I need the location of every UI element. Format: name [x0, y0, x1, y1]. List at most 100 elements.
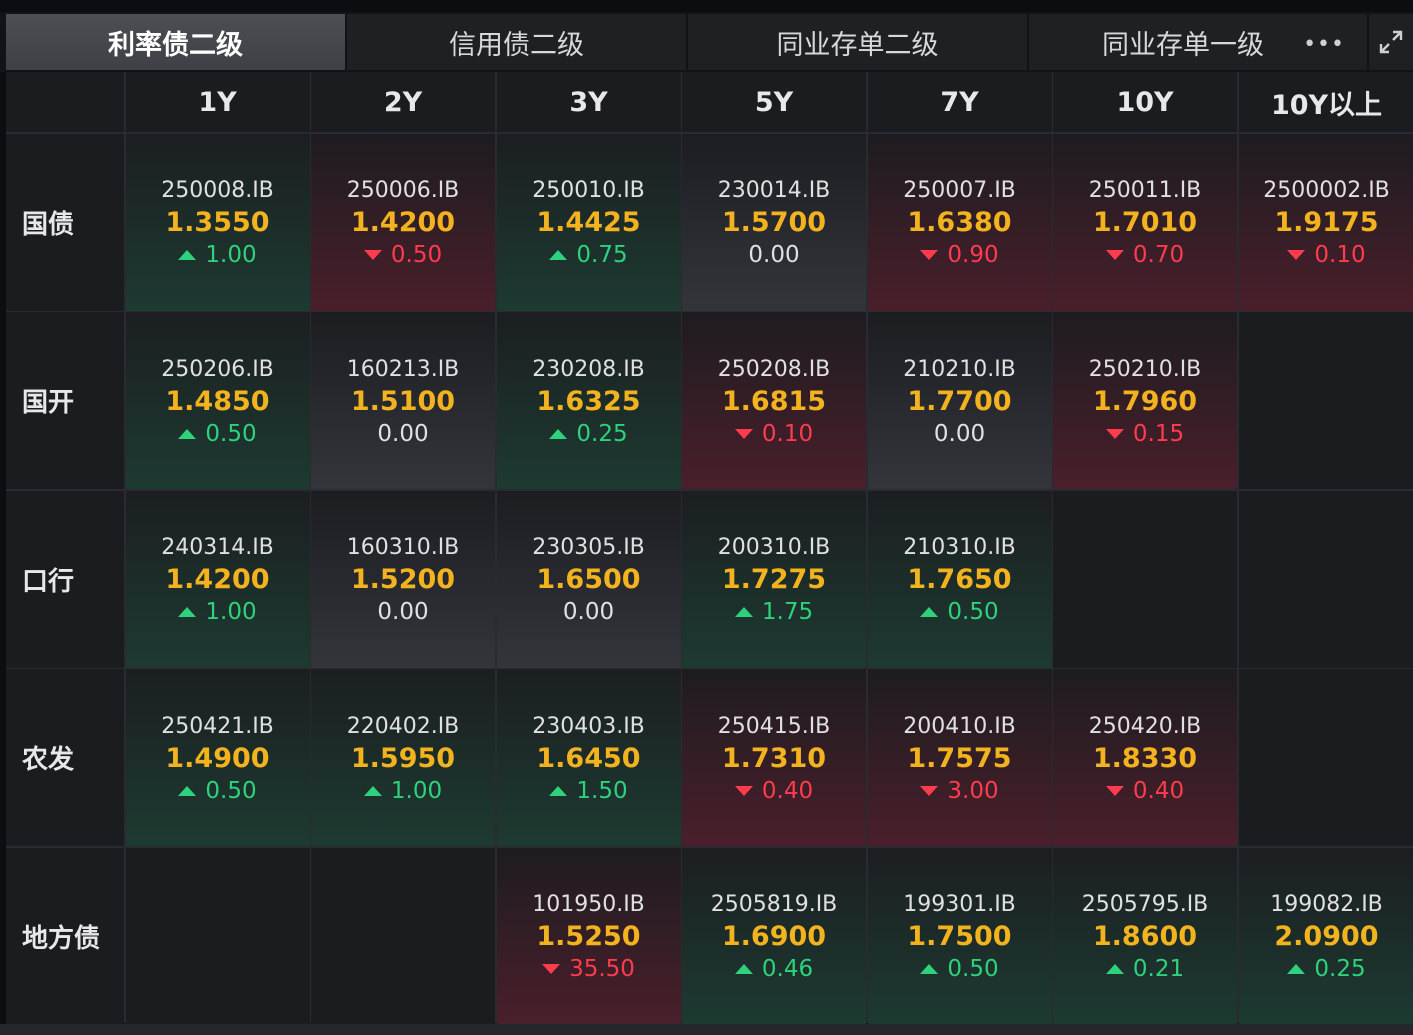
rate-change: 0.50	[363, 240, 442, 270]
quote-cell[interactable]: 250206.IB 1.4850 0.50	[125, 312, 310, 489]
bond-code: 2505795.IB	[1081, 892, 1209, 917]
quote-cell[interactable]: 250006.IB 1.4200 0.50	[311, 133, 495, 311]
column-header-7y[interactable]: 7Y	[867, 72, 1052, 132]
corner-cell	[6, 72, 124, 132]
tab-label: 同业存单一级	[1102, 29, 1264, 61]
empty-cell	[1238, 490, 1413, 668]
quote-cell[interactable]: 200410.IB 1.7575 3.00	[867, 669, 1052, 846]
rate-change: 0.21	[1105, 954, 1184, 984]
yield-rate: 1.8600	[1092, 921, 1198, 952]
yield-rate: 1.4425	[536, 207, 641, 238]
quote-cell[interactable]: 250011.IB 1.7010 0.70	[1053, 133, 1237, 311]
quote-cell[interactable]: 220402.IB 1.5950 1.00	[311, 669, 495, 846]
empty-cell	[1238, 312, 1413, 489]
quote-cell[interactable]: 200310.IB 1.7275 1.75	[682, 490, 866, 668]
triangle-down-icon	[920, 250, 939, 260]
column-header-10y[interactable]: 10Y	[1053, 72, 1237, 132]
change-value: 1.50	[576, 777, 628, 804]
change-value: 0.00	[377, 599, 429, 625]
quote-cell[interactable]: 230403.IB 1.6450 1.50	[496, 669, 681, 846]
change-value: 0.75	[576, 242, 628, 268]
triangle-up-icon	[734, 964, 753, 974]
change-value: 0.10	[761, 420, 814, 447]
expand-button[interactable]	[1369, 14, 1413, 70]
rate-change: 3.00	[920, 776, 999, 806]
change-value: 0.50	[205, 420, 257, 447]
triangle-down-icon	[734, 785, 753, 796]
empty-cell	[311, 847, 495, 1025]
change-value: 0.90	[947, 242, 999, 268]
row-header[interactable]: 口行	[6, 490, 124, 668]
rate-change: 0.00	[377, 419, 428, 449]
rate-change: 35.50	[542, 954, 635, 984]
bond-code: 200310.IB	[717, 535, 831, 560]
row-header[interactable]: 地方债	[6, 847, 124, 1025]
change-value: 0.40	[1132, 777, 1185, 804]
bond-code: 200410.IB	[903, 713, 1016, 739]
column-header-10y以上[interactable]: 10Y以上	[1238, 72, 1413, 132]
change-value: 0.40	[761, 777, 814, 804]
bond-code: 230305.IB	[532, 535, 645, 560]
empty-cell	[125, 847, 310, 1025]
quote-cell[interactable]: 250421.IB 1.4900 0.50	[125, 669, 310, 846]
triangle-down-icon	[920, 785, 939, 796]
bond-code: 160213.IB	[346, 356, 460, 382]
change-value: 0.00	[748, 242, 800, 268]
yield-rate: 1.6450	[536, 742, 641, 774]
tab-credit-bond-secondary[interactable]: 信用债二级	[347, 14, 686, 70]
quote-cell[interactable]: 250420.IB 1.8330 0.40	[1053, 669, 1237, 846]
quote-cell[interactable]: 230208.IB 1.6325 0.25	[496, 312, 681, 489]
empty-cell	[1238, 669, 1413, 846]
yield-rate: 1.5700	[721, 207, 827, 238]
quote-cell[interactable]: 199082.IB 2.0900 0.25	[1238, 847, 1413, 1025]
quote-cell[interactable]: 2505819.IB 1.6900 0.46	[682, 847, 866, 1025]
quote-cell[interactable]: 250415.IB 1.7310 0.40	[682, 669, 866, 846]
triangle-up-icon	[178, 250, 197, 260]
column-header-2y[interactable]: 2Y	[311, 72, 495, 132]
tab-ncd-secondary[interactable]: 同业存单二级	[688, 14, 1027, 70]
yield-rate: 1.7700	[907, 385, 1012, 417]
yield-rate: 1.7310	[721, 742, 827, 774]
change-value: 0.00	[933, 420, 986, 447]
quote-cell[interactable]: 250210.IB 1.7960 0.15	[1053, 312, 1237, 489]
tab-label: 信用债二级	[449, 29, 584, 61]
quote-cell[interactable]: 210310.IB 1.7650 0.50	[867, 490, 1052, 668]
yield-rate: 1.7010	[1092, 207, 1198, 238]
quote-cell[interactable]: 250010.IB 1.4425 0.75	[496, 133, 681, 311]
quote-cell[interactable]: 2500002.IB 1.9175 0.10	[1238, 133, 1413, 311]
yield-rate: 1.5250	[536, 921, 641, 952]
quote-cell[interactable]: 250007.IB 1.6380 0.90	[867, 133, 1052, 311]
quote-cell[interactable]: 199301.IB 1.7500 0.50	[867, 847, 1052, 1025]
triangle-down-icon	[1105, 428, 1124, 439]
tab-bar: 利率债二级 信用债二级 同业存单二级 同业存单一级 •••	[6, 14, 1413, 70]
quote-cell[interactable]: 230305.IB 1.6500 0.00	[496, 490, 681, 668]
triangle-down-icon	[734, 428, 753, 439]
row-header[interactable]: 国开	[6, 312, 124, 489]
yield-rate: 1.7500	[907, 921, 1012, 952]
tab-rate-bond-secondary[interactable]: 利率债二级	[6, 14, 345, 70]
rate-change: 0.46	[734, 954, 813, 984]
yield-rate: 1.5200	[350, 564, 456, 595]
quote-cell[interactable]: 230014.IB 1.5700 0.00	[682, 133, 866, 311]
column-header-5y[interactable]: 5Y	[682, 72, 866, 132]
quote-cell[interactable]: 101950.IB 1.5250 35.50	[496, 847, 681, 1025]
quote-cell[interactable]: 240314.IB 1.4200 1.00	[125, 490, 310, 668]
quote-cell[interactable]: 2505795.IB 1.8600 0.21	[1053, 847, 1237, 1025]
row-header[interactable]: 农发	[6, 669, 124, 846]
quote-cell[interactable]: 160310.IB 1.5200 0.00	[311, 490, 495, 668]
quote-cell[interactable]: 210210.IB 1.7700 0.00	[867, 312, 1052, 489]
yield-rate: 1.4200	[165, 564, 270, 595]
tab-ncd-primary[interactable]: 同业存单一级 •••	[1029, 14, 1367, 70]
bond-code: 210210.IB	[903, 356, 1016, 382]
quote-cell[interactable]: 250008.IB 1.3550 1.00	[125, 133, 310, 311]
rate-change: 0.50	[178, 419, 257, 449]
quote-cell[interactable]: 250208.IB 1.6815 0.10	[682, 312, 866, 489]
triangle-up-icon	[549, 250, 568, 260]
column-header-1y[interactable]: 1Y	[125, 72, 310, 132]
yield-rate: 1.7650	[907, 564, 1012, 595]
column-header-3y[interactable]: 3Y	[496, 72, 681, 132]
row-header[interactable]: 国债	[6, 133, 124, 311]
quote-cell[interactable]: 160213.IB 1.5100 0.00	[311, 312, 495, 489]
rate-change: 0.10	[734, 419, 814, 449]
more-horizontal-icon[interactable]: •••	[1303, 32, 1345, 57]
